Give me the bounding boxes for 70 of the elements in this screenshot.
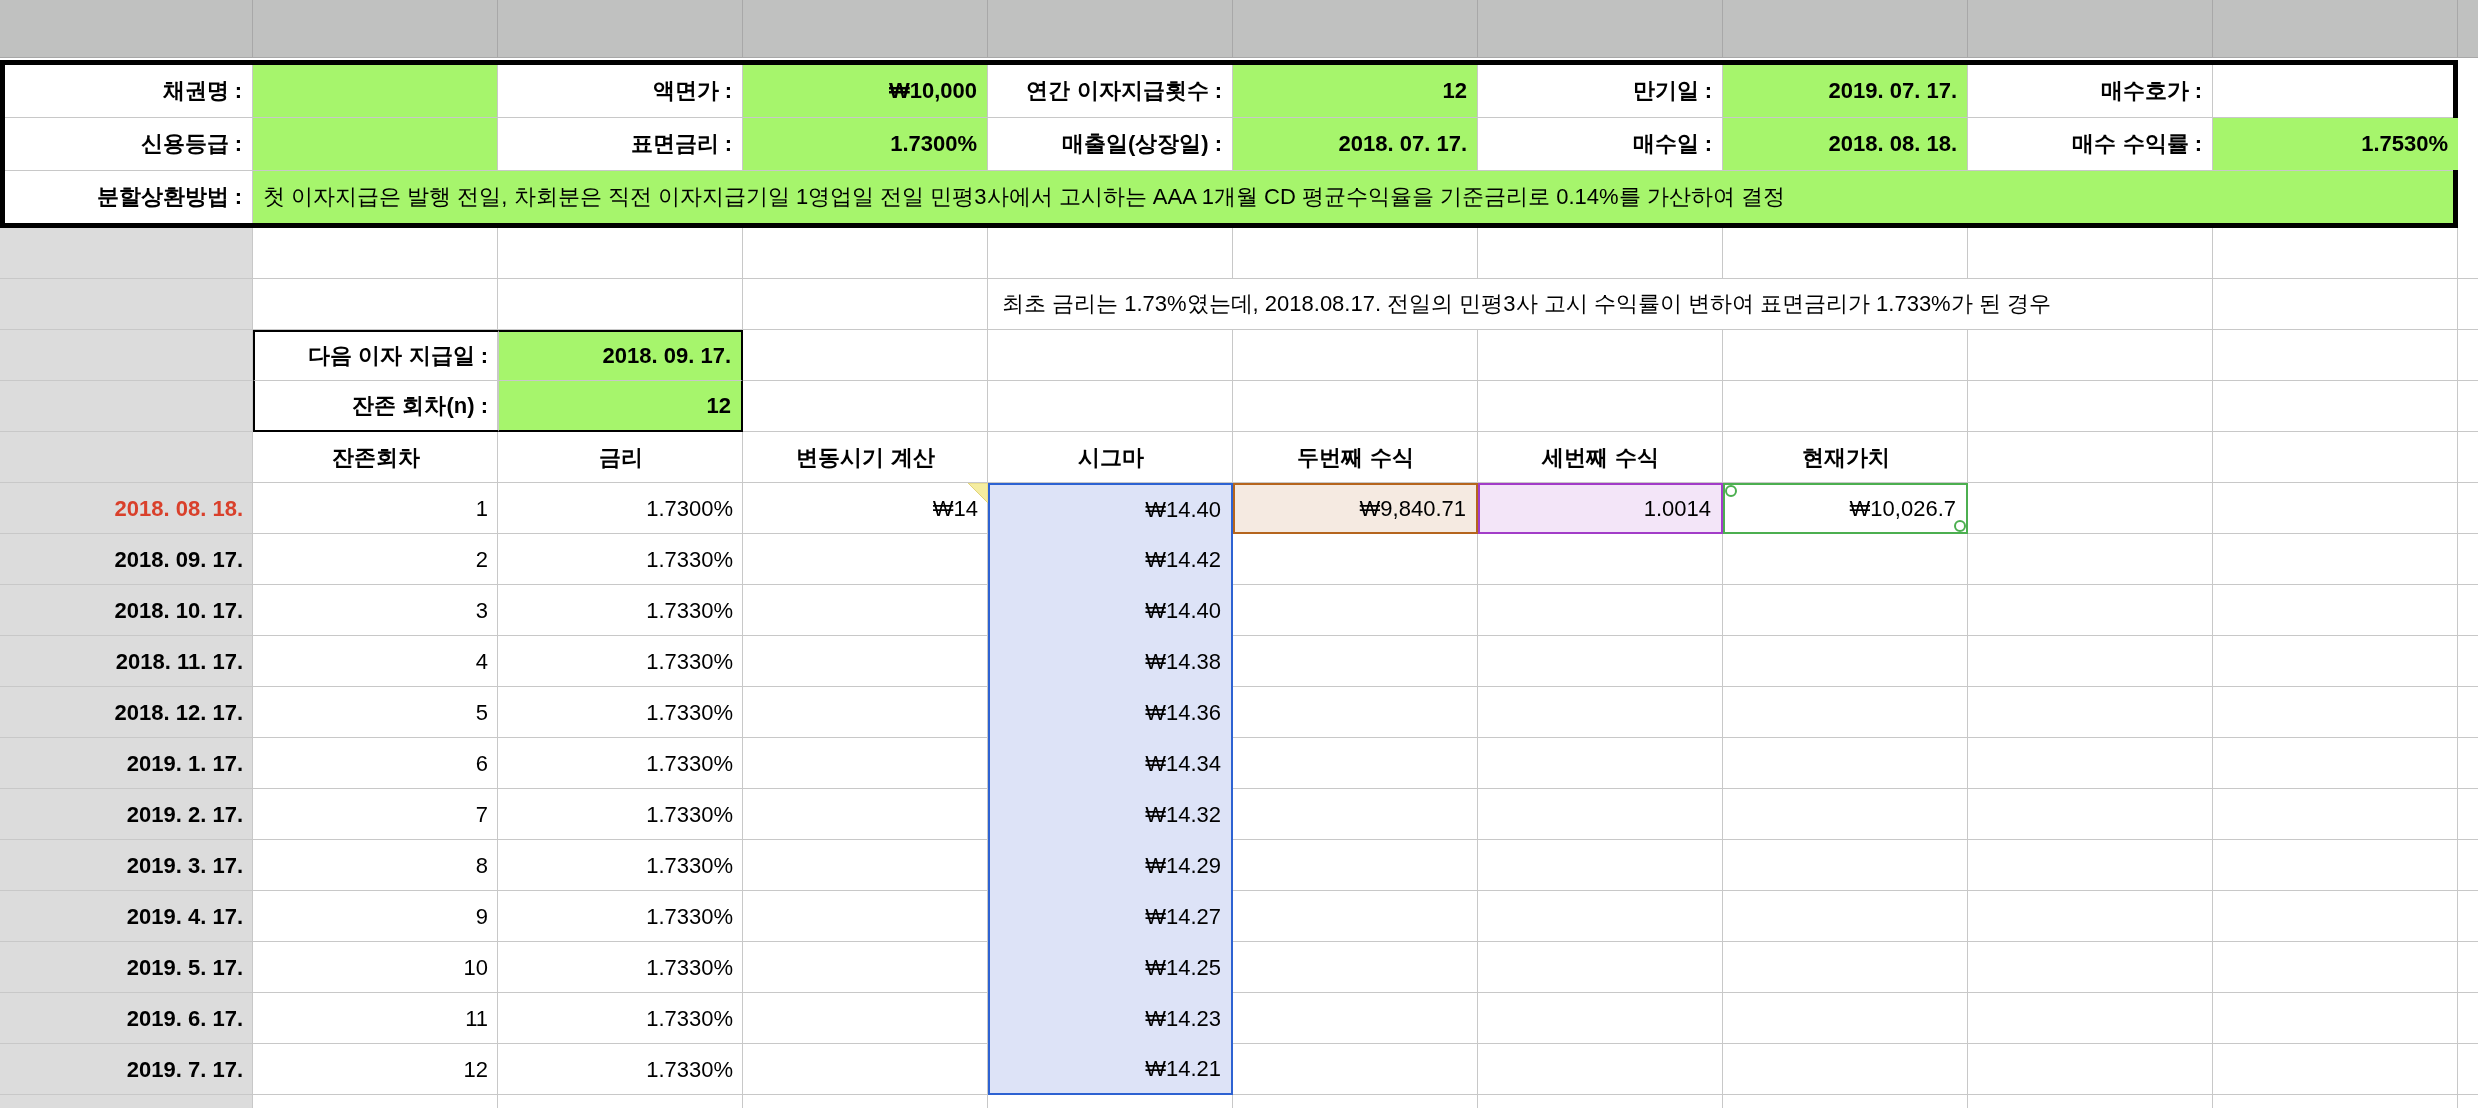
table-cell: ₩14.38	[988, 636, 1233, 687]
date-cell-text: 2018. 09. 17.	[113, 545, 244, 574]
field-value: 1.7300%	[743, 118, 988, 170]
referenced-cell: ₩9,840.71	[1233, 483, 1478, 534]
table-cell-text: 1.7330%	[645, 698, 734, 727]
field-value: 12	[1233, 65, 1478, 117]
field-value: 2018. 09. 17.	[498, 330, 743, 381]
date-cell-text: 2018. 11. 17.	[114, 647, 244, 676]
table-cell-text: 2	[474, 545, 489, 574]
date-cell-text: 2018. 08. 18.	[113, 494, 244, 523]
table-cell: ₩14.42	[988, 534, 1233, 585]
table-cell: ₩14.23	[988, 993, 1233, 1044]
column-header: 금리	[597, 443, 644, 472]
table-cell-text: 1.7330%	[645, 800, 734, 829]
date-cell-text: 2019. 6. 17.	[125, 1004, 244, 1033]
table-cell-text: 1.7330%	[645, 902, 734, 931]
table-cell-text: 1.7330%	[645, 851, 734, 880]
field-value: 2018. 08. 18.	[1723, 118, 1968, 170]
column-header: 세번째 수식	[1540, 443, 1660, 472]
table-cell: ₩14.21	[988, 1044, 1233, 1095]
column-header: 잔존회차	[330, 443, 421, 472]
table-cell-text: 8	[474, 851, 489, 880]
table-cell: ₩14.40	[988, 483, 1233, 534]
table-cell-text: 7	[474, 800, 489, 829]
table-cell-text: 1.7330%	[645, 1004, 734, 1033]
table-cell-text: 5	[474, 698, 489, 727]
date-cell-text: 2019. 7. 17.	[125, 1055, 244, 1084]
table-cell-text: 3	[474, 596, 489, 625]
date-cell-text: 2019. 5. 17.	[125, 953, 244, 982]
table-cell-text: 1.7330%	[645, 1055, 734, 1084]
date-cell-text: 2019. 1. 17.	[125, 749, 244, 778]
table-cell: ₩14.34	[988, 738, 1233, 789]
column-header: 변동시기 계산	[795, 443, 936, 472]
table-cell-text: 1.7300%	[645, 494, 734, 523]
table-cell-text: 12	[462, 1055, 489, 1084]
table-cell-text: 6	[474, 749, 489, 778]
column-header: 시그마	[1076, 443, 1145, 472]
date-cell-text: 2019. 3. 17.	[125, 851, 244, 880]
field-value: 2019. 07. 17.	[1723, 65, 1968, 117]
date-cell-text: 2019. 4. 17.	[125, 902, 244, 931]
table-cell: ₩14	[932, 495, 978, 522]
table-cell-text: 1.7330%	[645, 647, 734, 676]
table-cell-text: 9	[474, 902, 489, 931]
field-label: 매수호가 :	[1968, 65, 2213, 117]
table-cell: ₩14.36	[988, 687, 1233, 738]
table-cell-text: 11	[464, 1004, 489, 1033]
table-cell-text: 1.7330%	[645, 749, 734, 778]
field-value: 12	[498, 381, 743, 432]
table-cell: ₩14.29	[988, 840, 1233, 891]
table-cell-text: 1.7330%	[645, 545, 734, 574]
table-cell-text: 10	[462, 953, 489, 982]
referenced-cell: 1.0014	[1478, 483, 1723, 534]
field-value: ₩10,000	[743, 65, 988, 117]
table-cell: ₩14.27	[988, 891, 1233, 942]
table-cell-text: 4	[474, 647, 489, 676]
column-header: 두번째 수식	[1296, 443, 1415, 472]
table-cell-text: 1	[474, 494, 489, 523]
field-value: 1.7530%	[2213, 118, 2458, 170]
date-cell-text: 2019. 2. 17.	[125, 800, 244, 829]
column-header: 현재가치	[1800, 443, 1891, 472]
date-cell-text: 2018. 12. 17.	[113, 698, 244, 727]
table-cell: ₩14.40	[988, 585, 1233, 636]
field-value: 첫 이자지급은 발행 전일, 차회분은 직전 이자지급기일 1영업일 전일 민평3사에서 고시하는 AAA 1개월 CD 평균수익율을 기준금리로 0.14%를 가산하여 결정	[253, 171, 2453, 223]
field-value: 2018. 07. 17.	[1233, 118, 1478, 170]
active-cell: ₩10,026.7	[1723, 483, 1968, 534]
table-cell: ₩14.32	[988, 789, 1233, 840]
table-cell-text: 1.7330%	[645, 596, 734, 625]
date-cell-text: 2018. 10. 17.	[113, 596, 244, 625]
table-cell-text: 1.7330%	[645, 953, 734, 982]
table-cell: ₩14.25	[988, 942, 1233, 993]
